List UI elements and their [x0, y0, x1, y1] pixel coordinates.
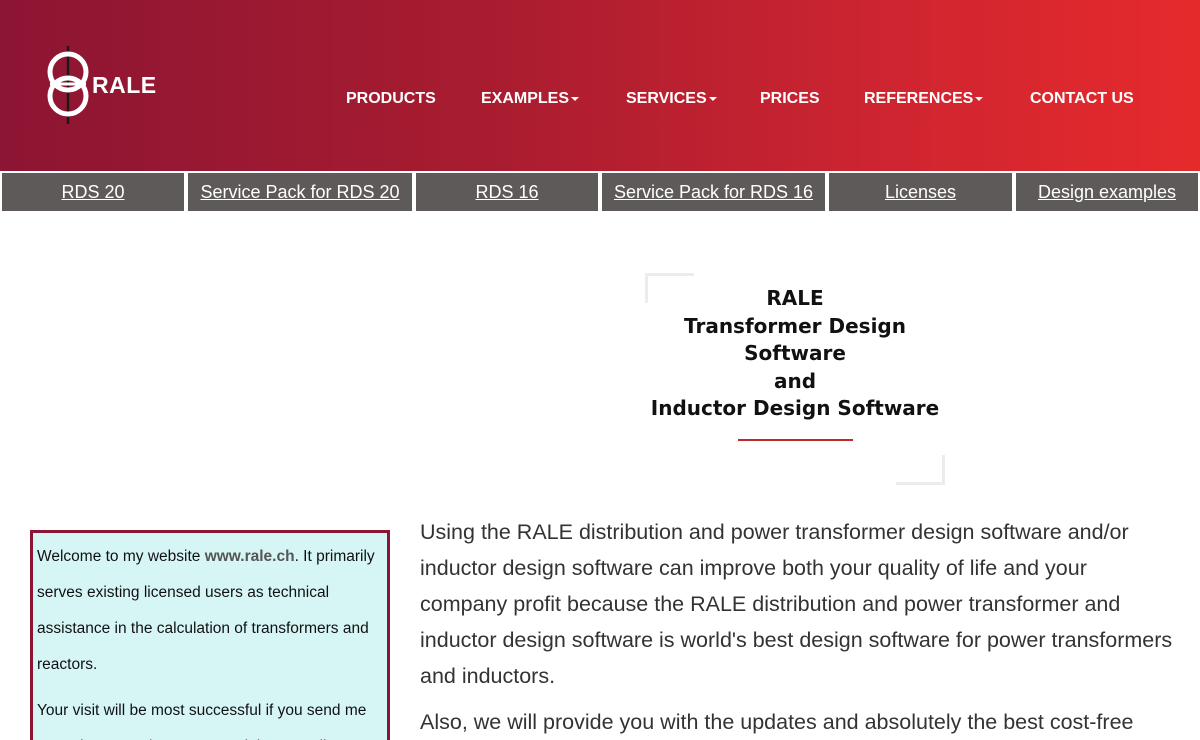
tab-service-pack-rds-16[interactable]: Service Pack for RDS 16 — [602, 173, 825, 211]
tab-label: RDS 20 — [61, 181, 125, 202]
welcome-box: Welcome to my website www.rale.ch. It pr… — [30, 530, 390, 740]
tab-label: Design examples — [1037, 181, 1177, 202]
nav-item-contact-us[interactable]: CONTACT US — [1030, 90, 1134, 108]
welcome-paragraph: Your visit will be most successful if yo… — [37, 702, 367, 740]
title-line: Transformer Design — [684, 313, 906, 338]
tab-label: Service Pack for RDS 20 — [200, 181, 400, 202]
page-title: RALE Transformer Design Software and Ind… — [645, 285, 945, 423]
brand-name[interactable]: RALE — [92, 72, 157, 99]
main-content: Using the RALE distribution and power tr… — [420, 514, 1180, 740]
tab-service-pack-rds-20[interactable]: Service Pack for RDS 20 — [188, 173, 412, 211]
title-line: and — [773, 368, 817, 393]
nav-label: SERVICES — [626, 90, 707, 107]
nav-item-references[interactable]: REFERENCES — [864, 90, 984, 108]
nav-label: REFERENCES — [864, 90, 974, 107]
nav-item-examples[interactable]: EXAMPLES — [481, 90, 580, 108]
nav-item-products[interactable]: PRODUCTS — [346, 90, 436, 108]
nav-label: PRODUCTS — [346, 90, 436, 107]
tab-design-examples[interactable]: Design examples — [1016, 173, 1198, 211]
nav-label: PRICES — [760, 90, 820, 107]
title-line: Software — [744, 341, 846, 365]
welcome-text: . It primarily serves existing licensed … — [37, 548, 375, 673]
welcome-text: Welcome to my website — [37, 548, 205, 565]
title-divider — [738, 439, 853, 441]
nav-item-services[interactable]: SERVICES — [626, 90, 717, 108]
nav-item-prices[interactable]: PRICES — [760, 90, 820, 108]
site-header: RALE PRODUCTS EXAMPLES SERVICES PRICES R… — [0, 0, 1200, 171]
tab-rds-16[interactable]: RDS 16 — [416, 173, 598, 211]
welcome-paragraph: Welcome to my website www.rale.ch. It pr… — [37, 539, 379, 683]
website-link[interactable]: www.rale.ch — [205, 548, 295, 565]
caret-down-icon — [975, 96, 984, 101]
title-line: Inductor Design Software — [650, 396, 940, 420]
nav-label: EXAMPLES — [481, 90, 570, 107]
support-paragraph: Also, we will provide you with the updat… — [420, 710, 1134, 734]
tab-rds-20[interactable]: RDS 20 — [2, 173, 184, 211]
tab-label: RDS 16 — [475, 181, 539, 202]
caret-down-icon — [708, 96, 717, 101]
page-title-block: RALE Transformer Design Software and Ind… — [645, 273, 945, 485]
tab-label: Licenses — [884, 181, 957, 202]
caret-down-icon — [571, 96, 580, 101]
tab-label: Service Pack for RDS 16 — [613, 181, 814, 202]
product-tab-bar: RDS 20 Service Pack for RDS 20 RDS 16 Se… — [0, 171, 1200, 213]
title-line: RALE — [766, 286, 824, 310]
tab-licenses[interactable]: Licenses — [829, 173, 1012, 211]
nav-label: CONTACT US — [1030, 90, 1134, 107]
intro-paragraph: Using the RALE distribution and power tr… — [420, 520, 1173, 688]
decorative-corner — [896, 455, 945, 485]
